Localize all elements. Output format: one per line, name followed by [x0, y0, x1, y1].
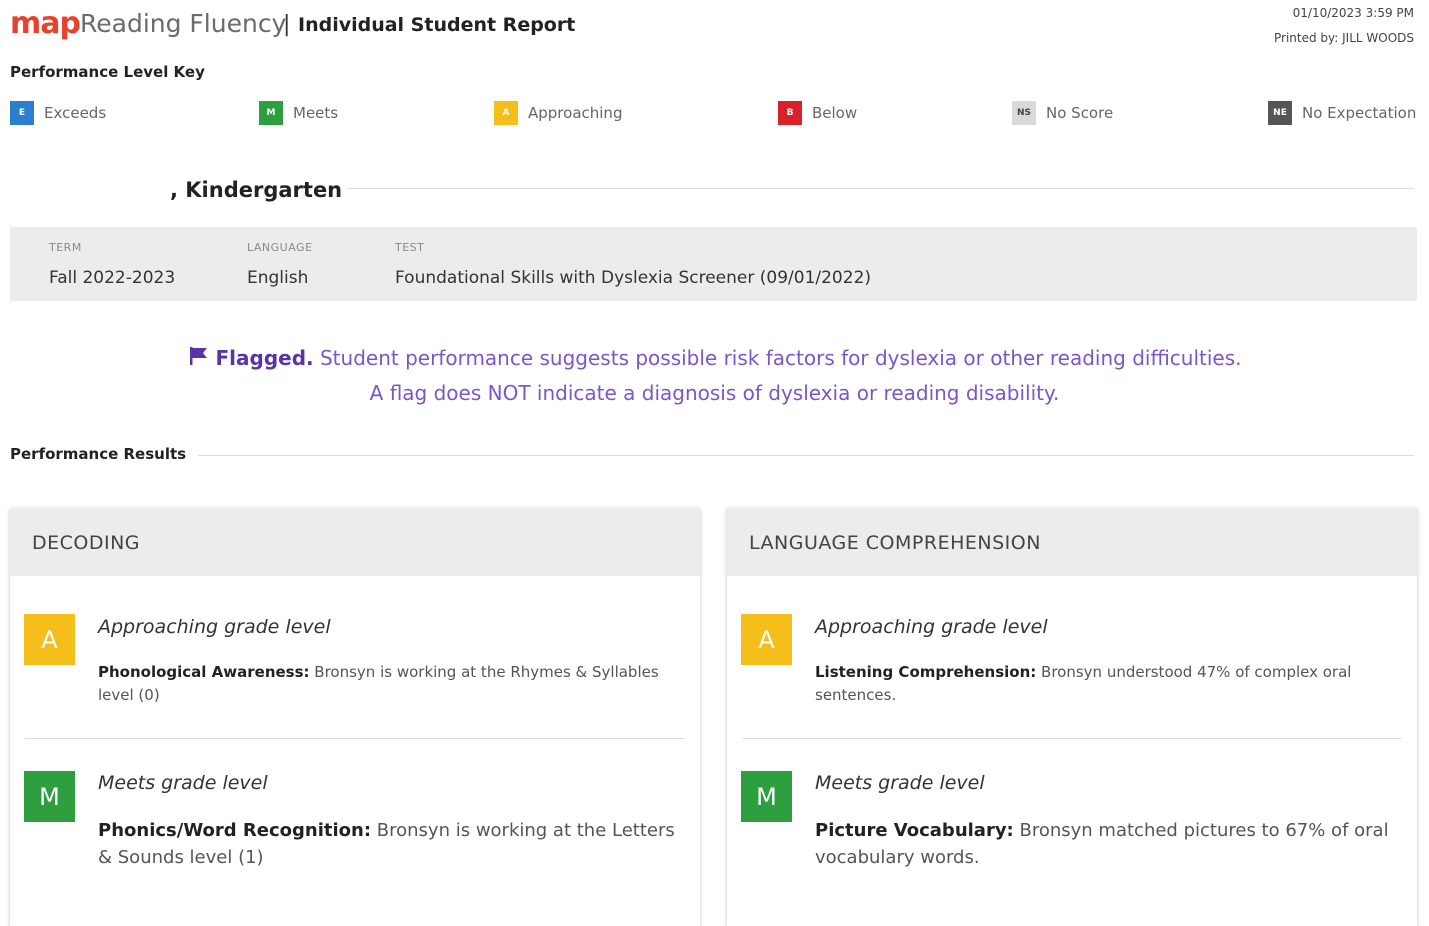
skill-name: Phonics/Word Recognition:	[98, 820, 372, 841]
approaching-badge: A	[24, 614, 75, 665]
test-label: TEST	[395, 241, 425, 254]
meets-square-icon: M	[259, 101, 283, 125]
key-item-no-expectation: NE No Expectation	[1268, 101, 1416, 125]
term-label: TERM	[49, 241, 82, 254]
skill-description: Listening Comprehension: Bronsyn underst…	[815, 661, 1375, 707]
printed-by: Printed by: JILL WOODS	[1274, 31, 1414, 45]
skill-description: Phonological Awareness: Bronsyn is worki…	[98, 661, 668, 707]
no-score-square-icon: NS	[1012, 101, 1036, 125]
card-header: DECODING	[10, 508, 700, 576]
exceeds-square-icon: E	[10, 101, 34, 125]
skill-name: Phonological Awareness:	[98, 663, 310, 681]
language-value: English	[247, 268, 309, 288]
level-text: Approaching grade level	[815, 616, 1048, 638]
title-separator: |	[283, 12, 291, 37]
report-title: Individual Student Report	[298, 14, 576, 36]
skill-name: Listening Comprehension:	[815, 663, 1037, 681]
key-item-below: B Below	[778, 101, 857, 125]
flag-icon	[188, 345, 210, 372]
key-item-approaching: A Approaching	[494, 101, 622, 125]
key-item-meets: M Meets	[259, 101, 338, 125]
language-comprehension-card: LANGUAGE COMPREHENSION A Approaching gra…	[727, 508, 1417, 926]
flag-text-line1: Student performance suggests possible ri…	[313, 346, 1242, 370]
key-label: No Score	[1046, 104, 1114, 122]
level-text: Approaching grade level	[98, 616, 331, 638]
decoding-card: DECODING A Approaching grade level Phono…	[10, 508, 700, 926]
key-label: Approaching	[528, 104, 623, 122]
card-title: DECODING	[32, 532, 141, 554]
below-square-icon: B	[778, 101, 802, 125]
skill-name: Picture Vocabulary:	[815, 820, 1014, 841]
print-timestamp: 01/10/2023 3:59 PM	[1292, 6, 1414, 20]
card-title: LANGUAGE COMPREHENSION	[749, 532, 1041, 554]
key-item-no-score: NS No Score	[1012, 101, 1113, 125]
key-item-exceeds: E Exceeds	[10, 101, 106, 125]
meets-badge: M	[24, 771, 75, 822]
test-value: Foundational Skills with Dyslexia Screen…	[395, 268, 872, 288]
card-divider	[742, 738, 1402, 739]
flag-message-line1: Flagged. Student performance suggests po…	[0, 345, 1429, 372]
performance-level-key-title: Performance Level Key	[10, 63, 205, 81]
approaching-square-icon: A	[494, 101, 518, 125]
divider	[198, 455, 1414, 456]
flagged-label: Flagged.	[215, 346, 314, 370]
key-label: Exceeds	[44, 104, 107, 122]
language-label: LANGUAGE	[247, 241, 313, 254]
key-label: Meets	[293, 104, 339, 122]
term-value: Fall 2022-2023	[49, 268, 176, 288]
student-grade: , Kindergarten	[170, 178, 343, 202]
card-divider	[25, 738, 685, 739]
no-expectation-square-icon: NE	[1268, 101, 1292, 125]
meets-badge: M	[741, 771, 792, 822]
divider	[347, 188, 1414, 189]
product-name: Reading Fluency	[80, 9, 287, 38]
key-label: No Expectation	[1302, 104, 1417, 122]
approaching-badge: A	[741, 614, 792, 665]
level-text: Meets grade level	[98, 772, 268, 794]
level-text: Meets grade level	[815, 772, 985, 794]
key-label: Below	[812, 104, 858, 122]
map-logo: map	[10, 6, 81, 41]
performance-results-title: Performance Results	[10, 445, 187, 463]
skill-description: Picture Vocabulary: Bronsyn matched pict…	[815, 817, 1395, 871]
card-header: LANGUAGE COMPREHENSION	[727, 508, 1417, 576]
flag-text-line2: A flag does NOT indicate a diagnosis of …	[369, 381, 1060, 405]
test-info-bar	[10, 227, 1417, 301]
skill-description: Phonics/Word Recognition: Bronsyn is wor…	[98, 817, 678, 871]
